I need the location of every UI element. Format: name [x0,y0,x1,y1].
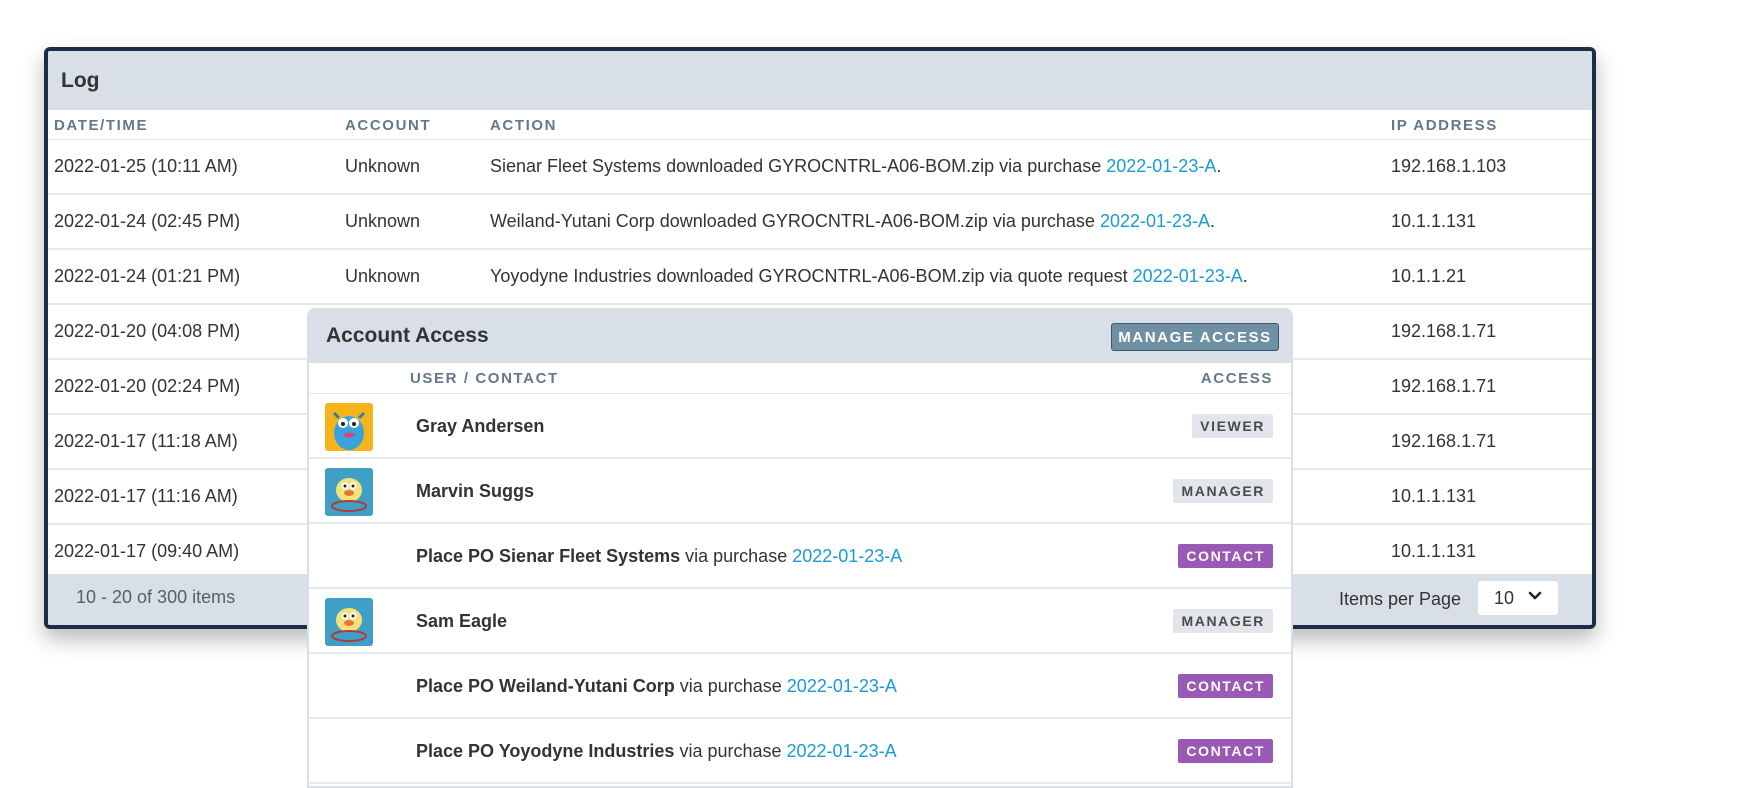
contact-name: Place PO Sienar Fleet Systems via purcha… [416,546,903,566]
log-datetime: 2022-01-20 (04:08 PM) [54,321,241,341]
column-header-account[interactable]: ACCOUNT [345,117,431,134]
access-badge-contact: CONTACT [1178,674,1273,698]
log-datetime: 2022-01-17 (09:40 AM) [54,541,240,561]
log-title: Log [48,51,1592,110]
contact-name: Place PO Weiland-Yutani Corp via purchas… [416,676,897,696]
item-count: 10 - 20 of 300 items [76,587,236,607]
log-datetime: 2022-01-20 (02:24 PM) [54,376,241,396]
account-access-panel: Account Access MANAGE ACCESS USER / CONT… [307,308,1293,788]
purchase-link[interactable]: 2022-01-23-A [792,546,902,566]
table-row: 2022-01-24 (02:45 PM) Unknown Weiland-Yu… [48,195,1592,250]
avatar [325,468,373,516]
column-header-action[interactable]: ACTION [490,117,557,134]
access-column-headers: USER / CONTACT ACCESS [309,363,1291,394]
log-account: Unknown [345,211,421,231]
items-per-page-label: Items per Page [1339,589,1462,609]
avatar [325,403,373,451]
avatar [325,598,373,646]
items-per-page-value: 10 [1494,587,1515,608]
access-row[interactable]: Place PO Sienar Fleet Systems via purcha… [309,524,1291,589]
access-row[interactable]: Marvin Suggs MANAGER [309,459,1291,524]
user-name: Sam Eagle [416,611,508,631]
log-account: Unknown [345,266,421,286]
column-header-access: ACCESS [1200,370,1273,387]
quote-request-link[interactable]: 2022-01-23-A [1133,266,1243,286]
access-row[interactable]: Place PO Yoyodyne Industries via purchas… [309,719,1291,784]
table-row: 2022-01-25 (10:11 AM) Unknown Sienar Fle… [48,140,1592,195]
purchase-link[interactable]: 2022-01-23-A [1100,211,1210,231]
log-action-tail: . [1210,211,1216,231]
account-access-header: Account Access MANAGE ACCESS [309,308,1291,363]
log-ip: 192.168.1.71 [1391,376,1497,396]
access-badge-contact: CONTACT [1178,739,1273,763]
log-ip: 10.1.1.21 [1391,266,1467,286]
purchase-link[interactable]: 2022-01-23-A [787,741,897,761]
log-action-tail: . [1216,156,1222,176]
log-action: Weiland-Yutani Corp downloaded GYROCNTRL… [490,195,1215,248]
log-ip: 10.1.1.131 [1391,541,1477,561]
log-ip: 192.168.1.71 [1391,431,1497,451]
access-row[interactable]: Sam Eagle MANAGER [309,589,1291,654]
column-header-ip[interactable]: IP ADDRESS [1391,117,1498,134]
log-datetime: 2022-01-24 (01:21 PM) [54,266,241,286]
contact-name: Place PO Yoyodyne Industries via purchas… [416,741,897,761]
items-per-page-select[interactable]: 10 [1478,581,1558,615]
access-badge-manager: MANAGER [1173,609,1273,633]
log-ip: 192.168.1.71 [1391,321,1497,341]
table-row: 2022-01-24 (01:21 PM) Unknown Yoyodyne I… [48,250,1592,305]
access-row[interactable]: Gray Andersen VIEWER [309,394,1291,459]
blue-monster-avatar-icon [325,403,373,451]
access-badge-viewer: VIEWER [1192,414,1273,438]
log-column-headers: DATE/TIME ACCOUNT ACTION IP ADDRESS [48,110,1592,140]
log-action-text: Sienar Fleet Systems downloaded GYROCNTR… [490,156,1107,176]
purchase-link[interactable]: 2022-01-23-A [1106,156,1216,176]
chevron-down-icon [1528,591,1542,600]
log-ip: 10.1.1.131 [1391,486,1477,506]
manage-access-button[interactable]: MANAGE ACCESS [1111,323,1279,351]
log-account: Unknown [345,156,421,176]
account-access-title: Account Access [326,324,489,347]
access-row[interactable]: Place PO Weiland-Yutani Corp via purchas… [309,654,1291,719]
log-datetime: 2022-01-25 (10:11 AM) [54,156,238,176]
column-header-datetime[interactable]: DATE/TIME [54,117,148,134]
log-datetime: 2022-01-17 (11:16 AM) [54,486,238,506]
log-action-text: Weiland-Yutani Corp downloaded GYROCNTRL… [490,211,1100,231]
log-ip: 10.1.1.131 [1391,211,1477,231]
user-name: Marvin Suggs [416,481,535,501]
log-action: Yoyodyne Industries downloaded GYROCNTRL… [490,250,1248,303]
access-badge-contact: CONTACT [1178,544,1273,568]
log-ip: 192.168.1.103 [1391,156,1507,176]
log-action: Sienar Fleet Systems downloaded GYROCNTR… [490,140,1221,193]
user-name: Gray Andersen [416,416,545,436]
log-action-tail: . [1242,266,1248,286]
yellow-creature-avatar-icon [325,598,373,646]
yellow-creature-avatar-icon [325,468,373,516]
purchase-link[interactable]: 2022-01-23-A [787,676,897,696]
log-datetime: 2022-01-17 (11:18 AM) [54,431,238,451]
log-action-text: Yoyodyne Industries downloaded GYROCNTRL… [490,266,1133,286]
column-header-user-contact: USER / CONTACT [410,370,559,387]
log-datetime: 2022-01-24 (02:45 PM) [54,211,241,231]
access-badge-manager: MANAGER [1173,479,1273,503]
